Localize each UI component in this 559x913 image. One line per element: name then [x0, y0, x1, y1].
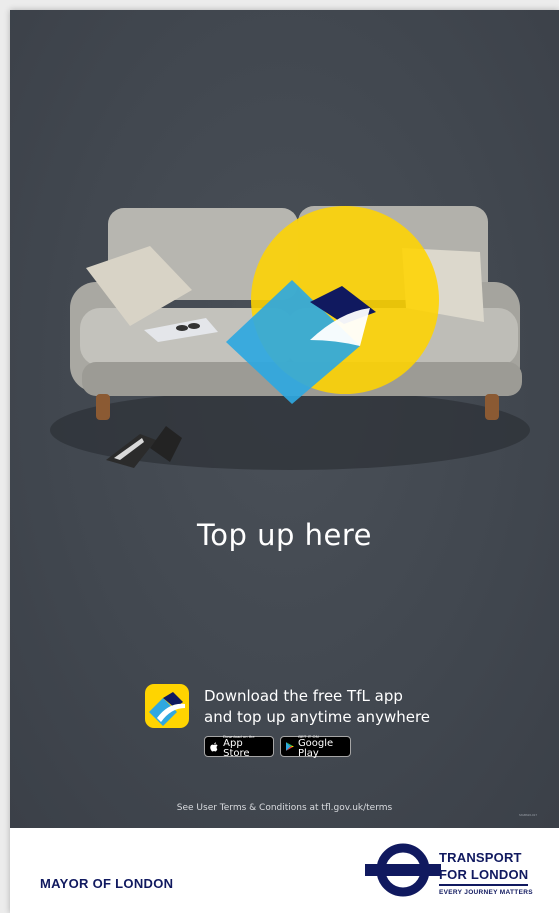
tfl-wordmark: TRANSPORT FOR LONDON EVERY JOURNEY MATTE…	[439, 850, 533, 898]
footer: MAYOR OF LONDON TRANSPORT FOR LONDON EVE…	[10, 828, 559, 913]
reference-code: MGB626-017	[519, 813, 537, 817]
google-play-badge[interactable]: GET IT ON Google Play	[280, 734, 351, 759]
sofa-illustration	[50, 206, 530, 470]
app-promo-line-2: and top up anytime anywhere	[204, 708, 431, 726]
tfl-tagline: EVERY JOURNEY MATTERS	[439, 889, 533, 896]
google-play-label: GET IT ON Google Play	[297, 734, 345, 759]
tfl-line-2: FOR LONDON	[439, 867, 529, 886]
play-icon	[286, 742, 294, 751]
app-store-label: Download on the App Store	[223, 734, 268, 759]
headline: Top up here	[196, 518, 372, 552]
app-store-big-text: App Store	[223, 737, 250, 759]
advert-poster: Top up here Download the free TfL app an…	[10, 10, 559, 913]
tfl-app-icon	[145, 684, 189, 728]
app-promo-text: Download the free TfL app and top up any…	[204, 686, 430, 728]
app-store-badge[interactable]: Download on the App Store	[204, 734, 274, 759]
terms-text: See User Terms & Conditions at tfl.gov.u…	[176, 803, 393, 813]
tfl-roundel-icon	[365, 843, 441, 897]
apple-icon	[210, 741, 218, 751]
tfl-line-1: TRANSPORT	[439, 850, 522, 865]
google-play-big-text: Google Play	[297, 737, 334, 759]
mayor-of-london-logo: MAYOR OF LONDON	[40, 876, 174, 891]
app-promo-line-1: Download the free TfL app	[204, 687, 403, 705]
